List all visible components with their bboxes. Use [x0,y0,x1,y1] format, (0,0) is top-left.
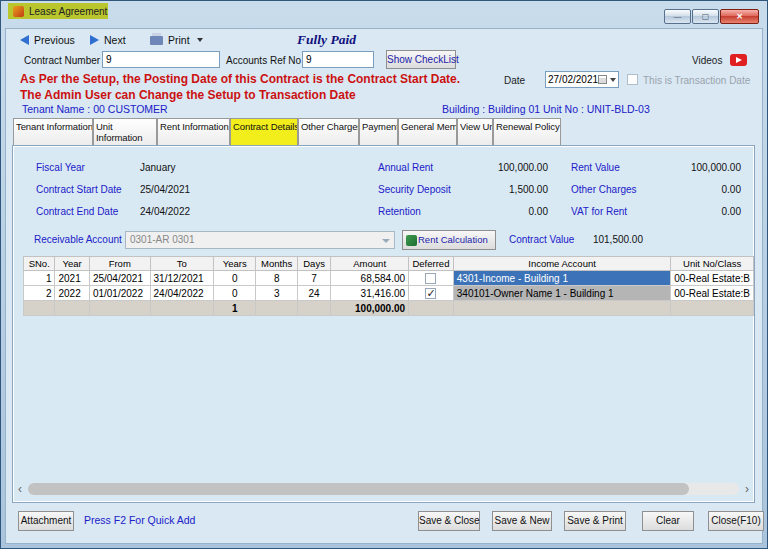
building-info: Building : Building 01 Unit No : UNIT-BL… [442,103,650,115]
security-deposit-label: Security Deposit [378,184,451,195]
calendar-icon[interactable] [598,75,607,84]
contract-number-label: Contract Number [24,55,100,66]
accounts-ref-label: Accounts Ref No [226,55,301,66]
date-input[interactable]: 27/02/2021 [545,71,619,88]
contract-end-label: Contract End Date [36,206,118,217]
annual-rent-value: 100,000.00 [468,162,548,173]
previous-icon [20,35,29,45]
retention-label: Retention [378,206,421,217]
contract-start-label: Contract Start Date [36,184,122,195]
clear-button[interactable]: Clear [642,511,694,531]
tab-tenant-information[interactable]: Tenant Information [13,118,93,145]
tab-view-unit[interactable]: View Unit [457,118,493,145]
grid-row-2[interactable]: 2 2022 01/01/2022 24/04/2022 0 3 24 31,4… [24,286,754,301]
date-label: Date [504,75,525,86]
videos-label: Videos [692,55,722,66]
transaction-date-label: This is Transaction Date [643,75,750,86]
close-button[interactable]: ✕ [720,9,759,24]
retention-value: 0.00 [468,206,548,217]
close-f10-button[interactable]: Close(F10) [708,511,764,531]
titlebar: Lease Agreement — ▢ ✕ [2,2,766,28]
scroll-right-icon[interactable]: › [745,482,749,496]
tabbar: Tenant Information Unit Information Rent… [13,118,561,145]
grid-header-row: SNo.YearFromToYearsMonthsDaysAmountDefer… [24,257,754,271]
total-years: 1 [213,301,256,316]
save-print-button[interactable]: Save & Print [564,511,626,531]
quick-add-hint: Press F2 For Quick Add [84,514,195,526]
contract-end-value: 24/04/2022 [140,206,190,217]
vat-rent-label: VAT for Rent [571,206,627,217]
tab-general-memo[interactable]: General Memo [398,118,457,145]
accounts-ref-input[interactable]: 9 [302,51,374,68]
tab-unit-information[interactable]: Unit Information [93,118,157,145]
print-button[interactable]: Print [150,34,203,46]
receivable-dropdown-icon [382,239,390,243]
save-close-button[interactable]: Save & Close [418,511,480,531]
tab-other-charges[interactable]: Other Charges [298,118,359,145]
rent-calc-icon [406,235,417,246]
window-title: Lease Agreement [29,6,107,17]
contract-number-input[interactable]: 9 [102,51,220,68]
other-charges-value: 0.00 [661,184,741,195]
vat-rent-value: 0.00 [661,206,741,217]
app-icon [13,6,24,17]
horizontal-scrollbar[interactable]: ‹ › [16,482,751,496]
deferred-checkbox-row1[interactable] [425,273,436,284]
print-dropdown-icon[interactable] [197,38,203,42]
next-button[interactable]: Next [90,34,126,46]
maximize-button[interactable]: ▢ [692,9,719,24]
tab-renewal-policy[interactable]: Renewal Policy [493,118,561,145]
total-amount: 100,000.00 [331,301,409,316]
security-deposit-value: 1,500.00 [468,184,548,195]
income-account-cell-row2[interactable]: 340101-Owner Name 1 - Building 1 [453,286,671,301]
rent-value-label: Rent Value [571,162,620,173]
income-account-cell-row1[interactable]: 4301-Income - Building 1 [453,271,671,286]
print-icon [150,36,163,45]
tab-payment[interactable]: Payment [359,118,398,145]
tab-rent-information[interactable]: Rent Information [157,118,230,145]
warning-line1: As Per the Setup, the Posting Date of th… [20,72,460,86]
contract-start-value: 25/04/2021 [140,184,190,195]
next-icon [90,35,99,45]
attachment-button[interactable]: Attachment [18,511,74,531]
annual-rent-label: Annual Rent [378,162,433,173]
receivable-account-select[interactable]: 0301-AR 0301 [125,231,395,249]
fiscal-year-label: Fiscal Year [36,162,85,173]
grid-row-1[interactable]: 1 2021 25/04/2021 31/12/2021 0 8 7 68,58… [24,271,754,286]
footer: Attachment Press F2 For Quick Add Save &… [6,503,762,543]
contract-value: 101,500.00 [558,234,643,245]
save-new-button[interactable]: Save & New [492,511,552,531]
window: Lease Agreement — ▢ ✕ Previous Next Prin… [0,0,768,549]
youtube-icon[interactable] [730,54,747,66]
status-fully-paid: Fully Paid [297,32,356,48]
other-charges-label: Other Charges [571,184,637,195]
tenant-name: Tenant Name : 00 CUSTOMER [22,103,168,115]
transaction-date-checkbox[interactable] [627,74,638,85]
deferred-checkbox-row2[interactable] [425,288,436,299]
rent-value-value: 100,000.00 [661,162,741,173]
grid-total-row: 1 100,000.00 [24,301,754,316]
receivable-account-label: Receivable Account [34,234,122,245]
date-dropdown-icon[interactable] [610,78,616,82]
previous-button[interactable]: Previous [20,34,75,46]
scroll-left-icon[interactable]: ‹ [18,482,22,496]
scrollbar-thumb[interactable] [28,483,689,495]
schedule-grid: SNo.YearFromToYearsMonthsDaysAmountDefer… [23,256,754,316]
minimize-button[interactable]: — [664,9,691,24]
rent-calculation-button[interactable]: Rent Calculation [402,230,496,250]
warning-line2: The Admin User can Change the Setup to T… [20,88,356,102]
show-checklist-button[interactable]: Show CheckList [386,50,456,69]
tab-contract-details[interactable]: Contract Details [230,118,298,145]
fiscal-year-value: January [140,162,176,173]
contract-details-panel: Fiscal Year January Contract Start Date … [12,145,755,503]
window-content: Previous Next Print Fully Paid Contract … [5,28,763,544]
